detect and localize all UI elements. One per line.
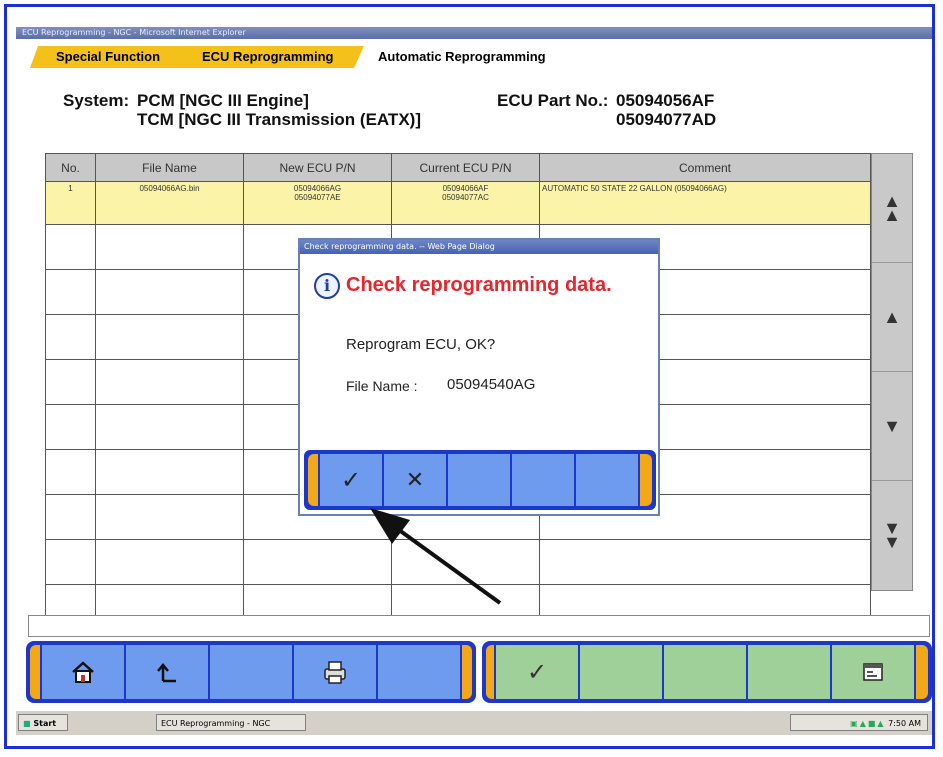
table-row[interactable]: 1 05094066AG.bin 05094066AG 05094077AE 05…	[45, 181, 871, 225]
ecu-part-number-2: 05094077AD	[616, 110, 717, 129]
bottom-toolbar-left	[26, 641, 476, 703]
toolbar-empty-5	[748, 645, 832, 699]
system-tcm: TCM [NGC III Transmission (EATX)]	[137, 110, 421, 129]
current-pn-1: 05094066AF	[442, 184, 489, 193]
return-icon	[157, 663, 176, 683]
window-list-button[interactable]	[832, 645, 916, 699]
toolbar-empty-2	[378, 645, 462, 699]
system-pcm: PCM [NGC III Engine]	[137, 91, 309, 110]
checkmark-icon: ✓	[526, 658, 548, 686]
home-icon	[72, 661, 94, 683]
scroll-top-button[interactable]: ▲ ▲	[872, 154, 912, 263]
down-arrow-icon: ▼	[883, 416, 901, 436]
window-icon	[863, 663, 883, 681]
cell-no: 1	[45, 181, 96, 225]
dialog-file-label: File Name :	[346, 378, 418, 394]
home-button[interactable]	[42, 645, 126, 699]
dialog-title: Check reprogramming data. -- Web Page Di…	[300, 240, 658, 254]
dialog-question: Reprogram ECU, OK?	[346, 336, 496, 353]
start-button[interactable]: ■ Start	[18, 714, 68, 731]
system-label: System:	[63, 91, 130, 110]
print-button[interactable]	[294, 645, 378, 699]
system-tray: ▣▲■▲ 7:50 AM	[790, 714, 928, 731]
toolbar-empty-1	[210, 645, 294, 699]
clock: 7:50 AM	[888, 719, 921, 728]
close-icon: ✕	[405, 467, 425, 492]
header-comment: Comment	[539, 153, 871, 182]
header-current-ecu-pn: Current ECU P/N	[391, 153, 540, 182]
tray-icons: ▣▲■▲	[850, 719, 886, 728]
breadcrumb-ecu-reprogramming[interactable]: ECU Reprogramming	[178, 46, 364, 68]
new-pn-1: 05094066AG	[293, 184, 342, 193]
ecu-part-number-1: 05094056AF	[616, 91, 715, 110]
dialog-empty-3	[576, 454, 640, 506]
checkmark-icon: ✓	[340, 466, 362, 494]
scroll-bottom-button[interactable]: ▼ ▼	[872, 481, 912, 589]
cell-file-name: 05094066AG.bin	[95, 181, 244, 225]
back-button[interactable]	[126, 645, 210, 699]
up-arrow-icon: ▲	[883, 307, 901, 327]
table-header-row: No. File Name New ECU P/N Current ECU P/…	[45, 153, 871, 182]
printer-icon	[324, 661, 346, 684]
dialog-ok-button[interactable]: ✓	[320, 454, 384, 506]
pointer-arrow-icon	[370, 508, 502, 605]
toolbar-empty-3	[580, 645, 664, 699]
toolbar-ok-button[interactable]: ✓	[496, 645, 580, 699]
cell-new-ecu-pn: 05094066AG 05094077AE	[243, 181, 392, 225]
table-scrollbar[interactable]: ▲ ▲ ▲ ▼ ▼ ▼	[871, 153, 913, 591]
taskbar-task-ecu[interactable]: ECU Reprogramming - NGC	[156, 714, 306, 731]
breadcrumb-special-function[interactable]: Special Function	[30, 46, 190, 68]
status-field	[28, 615, 930, 637]
header-file-name: File Name	[95, 153, 244, 182]
dialog-empty-2	[512, 454, 576, 506]
check-reprogramming-dialog: Check reprogramming data. -- Web Page Di…	[298, 238, 660, 516]
header-no: No.	[45, 153, 96, 182]
window-title: ECU Reprogramming - NGC - Microsoft Inte…	[16, 27, 932, 39]
dialog-file-value: 05094540AG	[447, 376, 536, 393]
header-new-ecu-pn: New ECU P/N	[243, 153, 392, 182]
info-icon: i	[314, 273, 340, 299]
ecu-part-label: ECU Part No.:	[497, 91, 609, 110]
scroll-up-button[interactable]: ▲	[872, 263, 912, 372]
toolbar-empty-4	[664, 645, 748, 699]
cell-comment: AUTOMATIC 50 STATE 22 GALLON (05094066AG…	[539, 181, 871, 225]
start-label: Start	[33, 719, 57, 728]
new-pn-2: 05094077AE	[294, 193, 341, 202]
scroll-down-button[interactable]: ▼	[872, 372, 912, 481]
bottom-toolbar-right: ✓	[482, 641, 932, 703]
windows-logo-icon: ■	[23, 719, 31, 728]
dialog-empty-1	[448, 454, 512, 506]
double-down-arrow-icon: ▼ ▼	[883, 518, 901, 552]
windows-taskbar: ■ Start ECU Reprogramming - NGC ▣▲■▲ 7:5…	[16, 710, 932, 735]
dialog-heading: Check reprogramming data.	[346, 274, 612, 296]
cell-current-ecu-pn: 05094066AF 05094077AC	[391, 181, 540, 225]
current-pn-2: 05094077AC	[442, 193, 489, 202]
dialog-cancel-button[interactable]: ✕	[384, 454, 448, 506]
double-up-arrow-icon: ▲ ▲	[883, 191, 901, 225]
breadcrumb-automatic-reprogramming: Automatic Reprogramming	[378, 49, 546, 64]
